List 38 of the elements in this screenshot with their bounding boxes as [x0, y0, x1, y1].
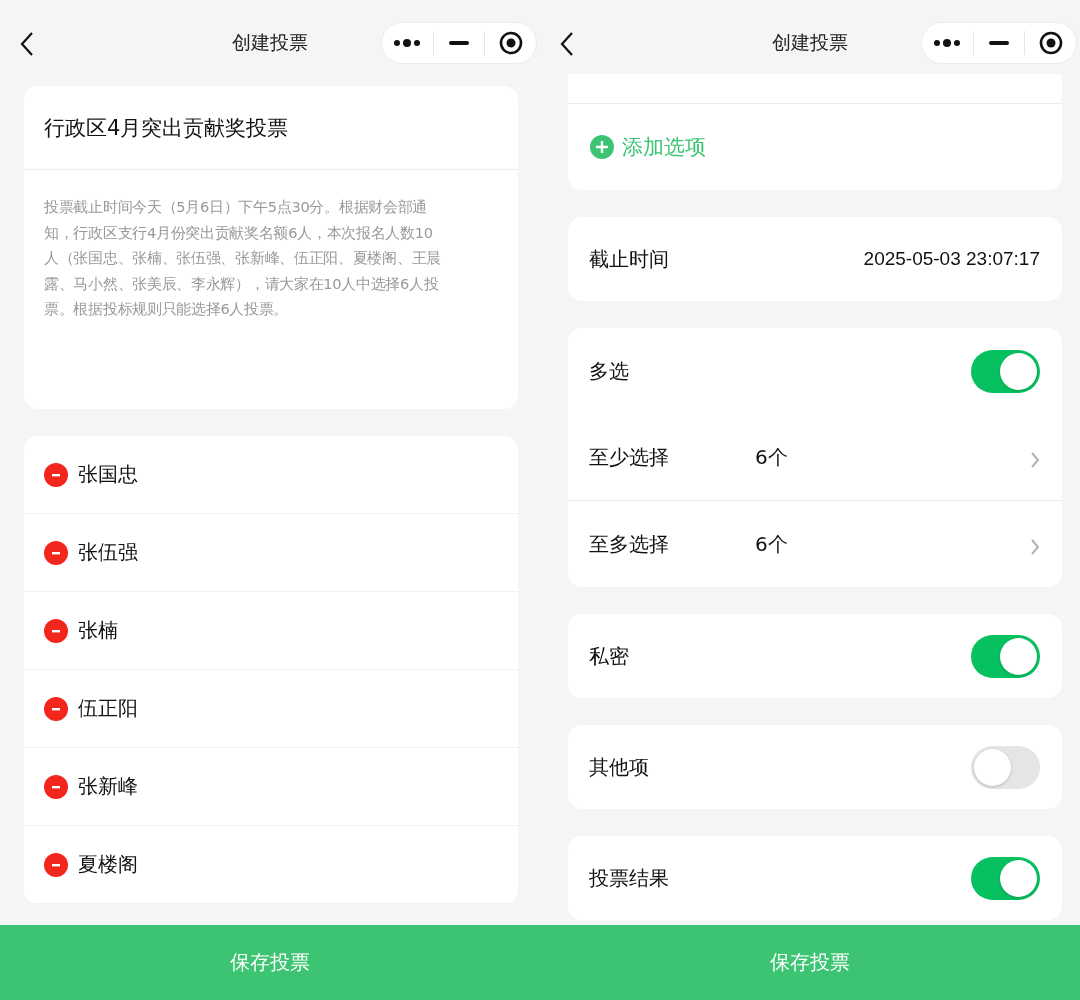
back-icon[interactable] — [18, 31, 36, 57]
toggle-switch[interactable] — [971, 745, 1040, 789]
remove-icon[interactable] — [44, 774, 68, 799]
page-title: 创建投票 — [232, 30, 308, 55]
toggle-switch[interactable] — [971, 349, 1040, 393]
deadline-value[interactable]: 2025-05-03 23:07:17 — [863, 248, 1040, 270]
option-name: 张伍强 — [78, 539, 138, 566]
minimize-icon[interactable] — [989, 41, 1009, 45]
option-name: 张国忠 — [78, 461, 138, 488]
back-icon[interactable] — [558, 31, 576, 57]
setting-label: 至多选择 — [589, 530, 670, 558]
toggle-switch[interactable] — [971, 634, 1040, 678]
remove-icon[interactable] — [44, 462, 68, 487]
remove-icon[interactable] — [44, 618, 68, 643]
close-icon[interactable] — [498, 31, 523, 55]
plus-icon — [590, 135, 614, 159]
more-icon[interactable] — [933, 38, 962, 48]
option-name: 夏楼阁 — [78, 851, 138, 878]
setting-value[interactable]: 6个 — [755, 530, 788, 558]
more-icon[interactable] — [393, 38, 422, 48]
option-name: 张楠 — [78, 617, 118, 644]
setting-label: 其他项 — [589, 753, 650, 781]
option-name: 伍正阳 — [78, 695, 138, 722]
setting-label: 私密 — [589, 642, 630, 670]
remove-icon[interactable] — [44, 696, 68, 721]
setting-label: 至少选择 — [589, 443, 670, 471]
remove-icon[interactable] — [44, 852, 68, 877]
remove-icon[interactable] — [44, 540, 68, 565]
setting-label: 投票结果 — [589, 864, 670, 892]
toggle-switch[interactable] — [971, 856, 1040, 900]
option-name: 张新峰 — [78, 773, 138, 800]
minimize-icon[interactable] — [449, 41, 469, 45]
page-title: 创建投票 — [772, 30, 848, 55]
setting-label: 截止时间 — [589, 245, 670, 273]
setting-label: 多选 — [589, 357, 630, 385]
close-icon[interactable] — [1038, 31, 1063, 55]
poll-title-field[interactable]: 行政区4月突出贡献奖投票 — [24, 86, 518, 170]
setting-value[interactable]: 6个 — [755, 443, 788, 471]
